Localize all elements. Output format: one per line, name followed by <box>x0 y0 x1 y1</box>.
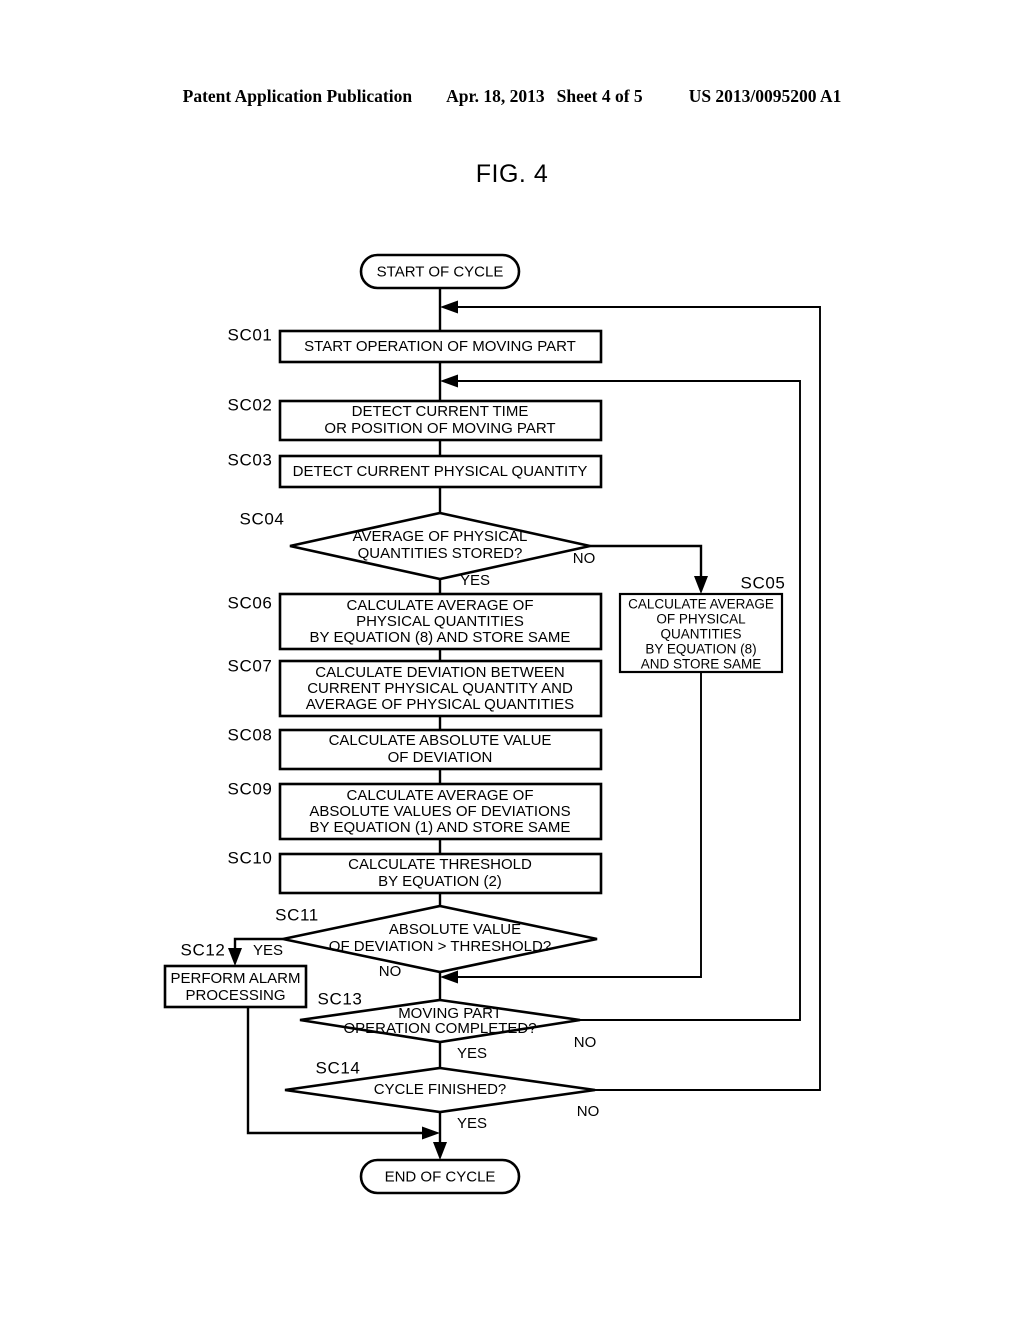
node-end-label: END OF CYCLE <box>385 1168 496 1185</box>
node-sc05-line3: QUANTITIES <box>660 627 741 642</box>
patent-figure-page: Patent Application Publication Apr. 18, … <box>0 0 1024 1320</box>
node-start-of-cycle: START OF CYCLE <box>359 253 521 290</box>
node-sc06: CALCULATE AVERAGE OF PHYSICAL QUANTITIES… <box>278 592 603 651</box>
step-label-sc05: SC05 <box>741 573 786 592</box>
step-label-sc12: SC12 <box>181 940 226 959</box>
step-label-sc06: SC06 <box>228 593 273 612</box>
node-sc07-line3: AVERAGE OF PHYSICAL QUANTITIES <box>306 696 574 713</box>
step-label-sc01: SC01 <box>228 325 273 344</box>
step-label-sc04: SC04 <box>240 509 285 528</box>
branch-label-sc14-yes: YES <box>457 1115 487 1132</box>
node-sc10-line2: BY EQUATION (2) <box>378 873 502 890</box>
node-sc06-line1: CALCULATE AVERAGE OF <box>347 597 534 614</box>
step-label-sc03: SC03 <box>228 450 273 469</box>
node-sc11-line2: OF DEVIATION > THRESHOLD? <box>329 938 551 955</box>
node-sc12: PERFORM ALARM PROCESSING <box>163 964 308 1009</box>
node-sc04: AVERAGE OF PHYSICAL QUANTITIES STORED? <box>289 511 591 581</box>
branch-label-sc13-no: NO <box>574 1034 597 1051</box>
node-sc11-line1: ABSOLUTE VALUE <box>389 921 521 938</box>
branch-label-sc04-no: NO <box>573 550 596 567</box>
node-sc11: ABSOLUTE VALUE OF DEVIATION > THRESHOLD? <box>282 904 598 974</box>
step-label-sc14: SC14 <box>316 1058 361 1077</box>
step-label-sc10: SC10 <box>228 848 273 867</box>
node-sc08: CALCULATE ABSOLUTE VALUE OF DEVIATION <box>278 728 603 771</box>
node-sc09-line1: CALCULATE AVERAGE OF <box>347 787 534 804</box>
branch-label-sc11-yes: YES <box>253 942 283 959</box>
node-sc05: CALCULATE AVERAGE OF PHYSICAL QUANTITIES… <box>618 592 784 674</box>
node-sc02: DETECT CURRENT TIME OR POSITION OF MOVIN… <box>278 399 603 442</box>
node-sc05-line4: BY EQUATION (8) <box>645 642 756 657</box>
node-start-label: START OF CYCLE <box>377 263 504 280</box>
branch-label-sc04-yes: YES <box>460 572 490 589</box>
node-sc01: START OPERATION OF MOVING PART <box>278 329 603 364</box>
node-sc09-line2: ABSOLUTE VALUES OF DEVIATIONS <box>309 803 570 820</box>
branch-label-sc13-yes: YES <box>457 1045 487 1062</box>
node-sc09: CALCULATE AVERAGE OF ABSOLUTE VALUES OF … <box>278 782 603 841</box>
step-label-sc11: SC11 <box>275 905 319 924</box>
node-sc12-line2: PROCESSING <box>185 987 285 1004</box>
node-sc07-line1: CALCULATE DEVIATION BETWEEN <box>315 664 565 681</box>
node-sc07-line2: CURRENT PHYSICAL QUANTITY AND <box>307 680 573 697</box>
node-sc10-line1: CALCULATE THRESHOLD <box>348 856 532 873</box>
node-sc05-line1: CALCULATE AVERAGE <box>628 597 774 612</box>
branch-label-sc11-no: NO <box>379 963 402 980</box>
step-label-sc07: SC07 <box>228 656 273 675</box>
node-sc13-line2: OPERATION COMPLETED? <box>343 1020 536 1037</box>
node-sc08-line1: CALCULATE ABSOLUTE VALUE <box>329 732 552 749</box>
node-sc12-line1: PERFORM ALARM <box>170 970 300 987</box>
node-sc02-line1: DETECT CURRENT TIME <box>352 403 529 420</box>
node-sc04-line1: AVERAGE OF PHYSICAL <box>353 528 528 545</box>
node-sc10: CALCULATE THRESHOLD BY EQUATION (2) <box>278 852 603 895</box>
node-sc06-line2: PHYSICAL QUANTITIES <box>356 613 524 630</box>
node-sc04-line2: QUANTITIES STORED? <box>358 545 523 562</box>
node-sc14-label: CYCLE FINISHED? <box>374 1081 507 1098</box>
node-sc05-line2: OF PHYSICAL <box>656 612 746 627</box>
node-sc07: CALCULATE DEVIATION BETWEEN CURRENT PHYS… <box>278 659 603 718</box>
step-label-sc08: SC08 <box>228 725 273 744</box>
node-end-of-cycle: END OF CYCLE <box>359 1158 521 1195</box>
edge-sc04-no <box>590 544 708 594</box>
branch-label-sc14-no: NO <box>577 1103 600 1120</box>
step-label-sc13: SC13 <box>318 989 363 1008</box>
node-sc02-line2: OR POSITION OF MOVING PART <box>324 420 555 437</box>
edge-sc14-yes-to-end <box>433 1112 447 1160</box>
step-label-sc02: SC02 <box>228 395 273 414</box>
node-sc01-label: START OPERATION OF MOVING PART <box>304 338 576 355</box>
node-sc03-label: DETECT CURRENT PHYSICAL QUANTITY <box>293 463 588 480</box>
step-label-sc09: SC09 <box>228 779 273 798</box>
node-sc03: DETECT CURRENT PHYSICAL QUANTITY <box>278 454 603 489</box>
node-sc06-line3: BY EQUATION (8) AND STORE SAME <box>310 629 571 646</box>
node-sc08-line2: OF DEVIATION <box>388 749 493 766</box>
node-sc05-line5: AND STORE SAME <box>641 657 762 672</box>
node-sc09-line3: BY EQUATION (1) AND STORE SAME <box>310 819 571 836</box>
flowchart-canvas: START OF CYCLE START OPERATION OF MOVING… <box>163 253 821 1195</box>
